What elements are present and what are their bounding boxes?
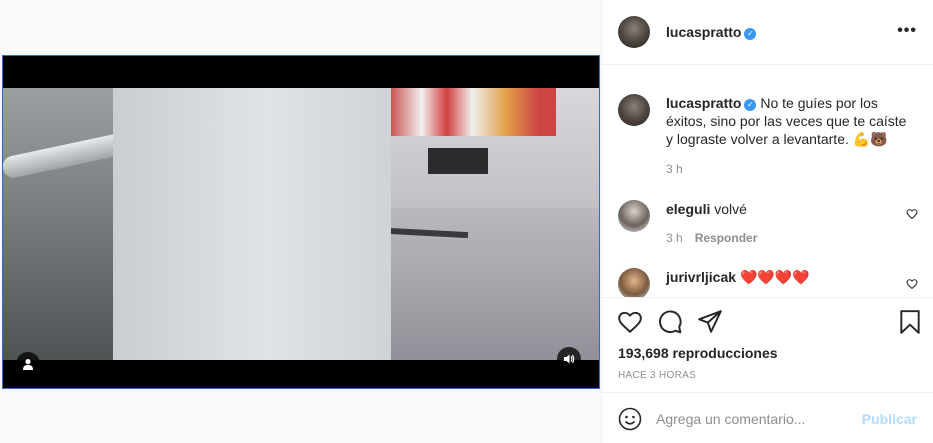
scene-left-area [3,88,118,360]
comment-input[interactable] [656,407,846,431]
comment-meta: 3 h Responder [666,231,757,245]
comment-text: volvé [714,201,747,217]
caption-body: lucaspratto ✓ No te guíes por los éxitos,… [666,94,916,148]
comment-like-heart-icon[interactable] [906,208,918,223]
user-tag-icon[interactable] [16,352,40,376]
reply-button[interactable]: Responder [695,231,758,245]
post-actions [602,299,933,347]
scene-column [113,88,391,360]
commenter-avatar[interactable] [618,200,650,232]
author-username[interactable]: lucaspratto [666,24,741,40]
comment-icon[interactable] [657,309,683,335]
scene-window [388,88,556,136]
comment-text: ❤️❤️❤️❤️ [739,269,810,285]
caption-meta: 3 h [666,162,683,176]
author-avatar[interactable] [618,16,650,48]
bookmark-icon[interactable] [897,309,923,335]
post-timestamp[interactable]: HACE 3 HORAS [618,370,696,381]
verified-badge-icon: ✓ [744,28,757,40]
scene-bench [428,148,488,174]
media-pane [0,0,601,443]
comment-time[interactable]: 3 h [666,231,683,245]
comment-body: eleguli volvé [666,200,916,218]
add-comment-bar: Publicar [602,392,933,443]
comment-like-heart-icon[interactable] [906,278,918,293]
comment-username[interactable]: jurivrljicak [666,269,736,285]
comment-body: jurivrljicak ❤️❤️❤️❤️ [666,268,916,286]
more-options-icon[interactable]: ••• [897,22,917,40]
sound-icon[interactable] [557,347,581,371]
comment-username[interactable]: eleguli [666,201,710,217]
caption-author-avatar[interactable] [618,94,650,126]
video-frame-image [3,88,599,360]
post-header: lucaspratto ✓ ••• [602,0,933,65]
heart-icon[interactable] [617,309,643,335]
post-sidebar: lucaspratto ✓ ••• lucaspratto ✓ No te guíe… [601,0,933,443]
caption-time[interactable]: 3 h [666,162,683,176]
verified-badge-icon: ✓ [744,99,757,111]
publish-button[interactable]: Publicar [862,411,917,427]
view-count[interactable]: 193,698 reproducciones [618,345,778,361]
author-line: lucaspratto ✓ [666,24,757,42]
share-icon[interactable] [697,309,723,335]
video-player[interactable] [2,55,600,389]
comments-list: lucaspratto ✓ No te guíes por los éxitos,… [602,66,933,298]
commenter-avatar[interactable] [618,268,650,297]
emoji-icon[interactable] [618,407,642,431]
caption-username[interactable]: lucaspratto [666,95,741,111]
